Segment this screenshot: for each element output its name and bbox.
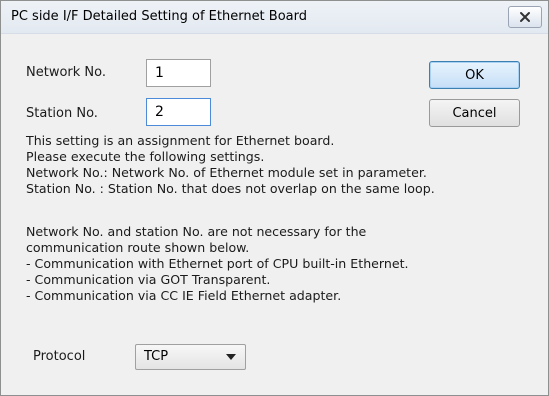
assignment-info: This setting is an assignment for Ethern… (26, 133, 435, 197)
note-line: - Communication via GOT Transparent. (26, 272, 271, 287)
station-no-input[interactable] (146, 98, 211, 126)
ok-button[interactable]: OK (429, 61, 520, 89)
network-no-input[interactable] (146, 59, 211, 87)
station-no-label: Station No. (26, 106, 98, 121)
network-no-label: Network No. (26, 65, 106, 80)
route-note: Network No. and station No. are not nece… (26, 224, 409, 304)
chevron-down-icon (226, 354, 236, 360)
info-line: Please execute the following settings. (26, 149, 265, 164)
dialog-window: PC side I/F Detailed Setting of Ethernet… (0, 0, 549, 396)
info-line: Network No.: Network No. of Ethernet mod… (26, 165, 427, 180)
cancel-button[interactable]: Cancel (429, 99, 520, 127)
note-line: - Communication via CC IE Field Ethernet… (26, 288, 342, 303)
note-line: communication route shown below. (26, 240, 250, 255)
protocol-selected-value: TCP (144, 349, 169, 364)
info-line: Station No. : Station No. that does not … (26, 181, 435, 196)
protocol-label: Protocol (33, 349, 86, 364)
close-icon (520, 12, 530, 22)
note-line: - Communication with Ethernet port of CP… (26, 256, 409, 271)
title-bar: PC side I/F Detailed Setting of Ethernet… (1, 1, 548, 34)
window-title: PC side I/F Detailed Setting of Ethernet… (11, 9, 307, 24)
cancel-button-label: Cancel (452, 105, 497, 121)
protocol-select[interactable]: TCP (135, 344, 246, 370)
close-button[interactable] (508, 6, 542, 28)
ok-button-label: OK (465, 67, 484, 83)
info-line: This setting is an assignment for Ethern… (26, 133, 335, 148)
note-line: Network No. and station No. are not nece… (26, 224, 367, 239)
